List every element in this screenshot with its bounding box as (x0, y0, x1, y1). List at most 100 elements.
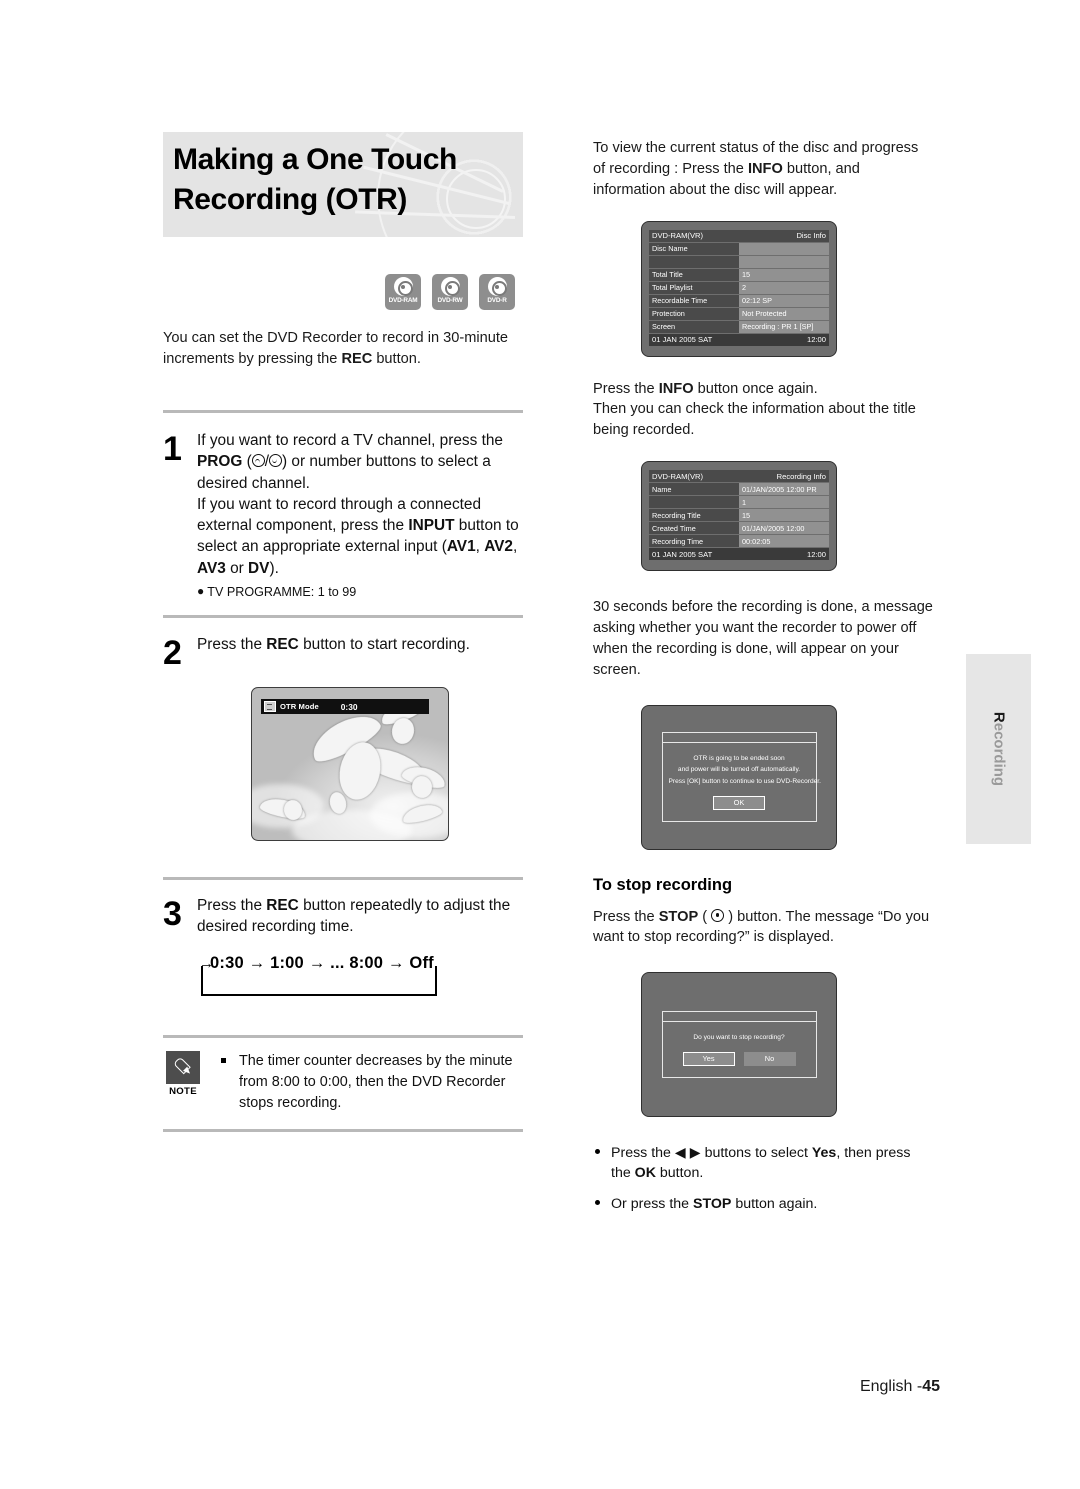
stop-bullet-1: Press the ◀ ▶ buttons to select Yes, the… (593, 1143, 933, 1183)
rec-button-name: REC (266, 636, 299, 653)
divider (163, 410, 523, 413)
manual-page: Making a One Touch Recording (OTR) DVD-RA… (0, 0, 1080, 1489)
screen-title: Disc Info (739, 229, 829, 243)
dialog-line-1: OTR is going to be ended soon (693, 755, 785, 763)
disc-glyph-icon (487, 277, 507, 296)
ok-button[interactable]: OK (713, 795, 765, 810)
page-title-banner: Making a One Touch Recording (OTR) (163, 132, 523, 237)
prog-up-icon (251, 454, 265, 468)
bullet1-text-b: buttons to select (700, 1145, 812, 1162)
table-row: Recording Time 00:02:05 (649, 534, 829, 549)
para2-text-a: Press the (593, 380, 659, 397)
step1-text-f: ). (269, 559, 279, 577)
intro-text-a: You can set the DVD Recorder to record i… (163, 330, 509, 367)
stop-text-a: Press the (593, 908, 659, 925)
note-badge: NOTE (163, 1051, 203, 1097)
info-button-name: INFO (658, 380, 694, 397)
page-footer: English -45 (0, 1378, 940, 1396)
step1-text-a: If you want to record a TV channel, pres… (197, 432, 503, 449)
no-button[interactable]: No (743, 1052, 796, 1067)
stop-button-name: STOP (693, 1195, 732, 1212)
left-right-arrows-icon: ◀ ▶ (674, 1145, 701, 1162)
row-value: 15 (739, 268, 829, 282)
disc-type-label: DVD-RAM(VR) (649, 470, 739, 484)
step-number: 2 (163, 634, 182, 672)
row-label: Recordable Time (649, 294, 739, 308)
divider (163, 877, 523, 880)
row-label: Disc Name (649, 242, 739, 256)
page-title-line2: Recording (OTR) (173, 182, 407, 216)
osd-header-row: DVD-RAM(VR) Disc Info (649, 229, 829, 243)
disc-type-label: DVD-RAM(VR) (649, 229, 739, 243)
table-row: Total Playlist 2 (649, 281, 829, 295)
table-row: Disc Name (649, 242, 829, 256)
bullet2-text-a: Or press the (611, 1195, 694, 1212)
para2-text-b: button once again. (693, 380, 818, 397)
bullet-dot-icon (595, 1199, 600, 1205)
step-3-block: 3 Press the REC button repeatedly to adj… (163, 877, 523, 1000)
table-row: Recordable Time 02:12 SP (649, 294, 829, 308)
prog-button-name: PROG (197, 453, 243, 471)
otr-mode-screenshot: OTR Mode 0:30 (251, 687, 449, 841)
osd-header-row: DVD-RAM(VR) Recording Info (649, 470, 829, 484)
dv-label: DV (248, 559, 270, 577)
yes-button[interactable]: Yes (682, 1052, 735, 1067)
disc-logo-label: DVD-RAM (388, 297, 418, 304)
page-title: Making a One Touch Recording (OTR) (173, 140, 457, 220)
chapter-side-tab: Recording (966, 654, 1031, 844)
square-bullet-icon (221, 1058, 226, 1063)
power-off-message-paragraph: 30 seconds before the recording is done,… (593, 599, 933, 678)
pencil-icon (166, 1051, 200, 1084)
dvd-ram-logo-icon: DVD-RAM (385, 274, 421, 310)
note-body: The timer counter decreases by the minut… (239, 1053, 513, 1112)
row-label: Protection (649, 307, 739, 321)
dialog-line-2: and power will be turned off automatical… (677, 766, 801, 774)
stop-text-b: ( (698, 908, 712, 925)
otr-ending-dialog-screen: OTR is going to be ended soon and power … (641, 704, 837, 850)
time-label: 12:00 (739, 333, 829, 347)
av3-label: AV3 (197, 559, 226, 577)
row-label: Screen (649, 320, 739, 334)
record-mode-icon (264, 701, 276, 712)
row-value: Recording : PR 1 [SP] (739, 320, 829, 334)
dialog-box: Do you want to stop recording? Yes No (661, 1011, 817, 1079)
table-row (649, 255, 829, 269)
av1-label: AV1 (446, 538, 476, 556)
ok-button-name: OK (634, 1165, 656, 1182)
bullet1-text-a: Press the (611, 1145, 675, 1162)
note-badge-label: NOTE (169, 1086, 197, 1097)
input-button-name: INPUT (408, 517, 455, 534)
row-value (739, 242, 829, 256)
row-value: 15 (739, 508, 829, 523)
stop-recording-paragraph: Press the STOP ( ) button. The message “… (593, 907, 933, 949)
step3-text-a: Press the (197, 897, 267, 914)
disc-glyph-icon (440, 277, 460, 296)
row-label: Name (649, 482, 739, 497)
step-3-text: Press the REC button repeatedly to adjus… (197, 895, 523, 938)
otr-mode-time: 0:30 (340, 701, 358, 712)
time-label: 12:00 (739, 547, 829, 562)
info-button-name: INFO (747, 160, 783, 177)
stop-button-icon (711, 908, 725, 922)
para2-text-c: Then you can check the information about… (593, 401, 916, 439)
row-value: 01/JAN/2005 12:00 PR (739, 482, 829, 497)
note-text: The timer counter decreases by the minut… (203, 1051, 523, 1115)
step1-bullet-text: TV PROGRAMME: 1 to 99 (207, 584, 357, 599)
rec-button-name: REC (341, 350, 373, 367)
dvd-r-logo-icon: DVD-R (479, 274, 515, 310)
dialog-box: OTR is going to be ended soon and power … (661, 732, 821, 822)
section-heading-stop-recording: To stop recording (593, 875, 733, 894)
osd-footer-row: 01 JAN 2005 SAT 12:00 (649, 547, 829, 562)
disc-info-table: DVD-RAM(VR) Disc Info Disc Name Total Ti… (649, 229, 829, 347)
row-label: Created Time (649, 521, 739, 536)
row-label: Total Playlist (649, 281, 739, 295)
row-label (649, 255, 739, 269)
chapter-side-tab-label: Recording (990, 712, 1007, 786)
dialog-body: OTR is going to be ended soon and power … (663, 743, 821, 821)
row-value: 2 (739, 281, 829, 295)
step2-text-b: button to start recording. (298, 636, 470, 653)
supported-disc-logos: DVD-RAM DVD-RW DVD-R (385, 274, 515, 310)
intro-paragraph: You can set the DVD Recorder to record i… (163, 328, 513, 369)
note-section: NOTE The timer counter decreases by the … (163, 1035, 523, 1132)
row-label: Recording Title (649, 508, 739, 523)
